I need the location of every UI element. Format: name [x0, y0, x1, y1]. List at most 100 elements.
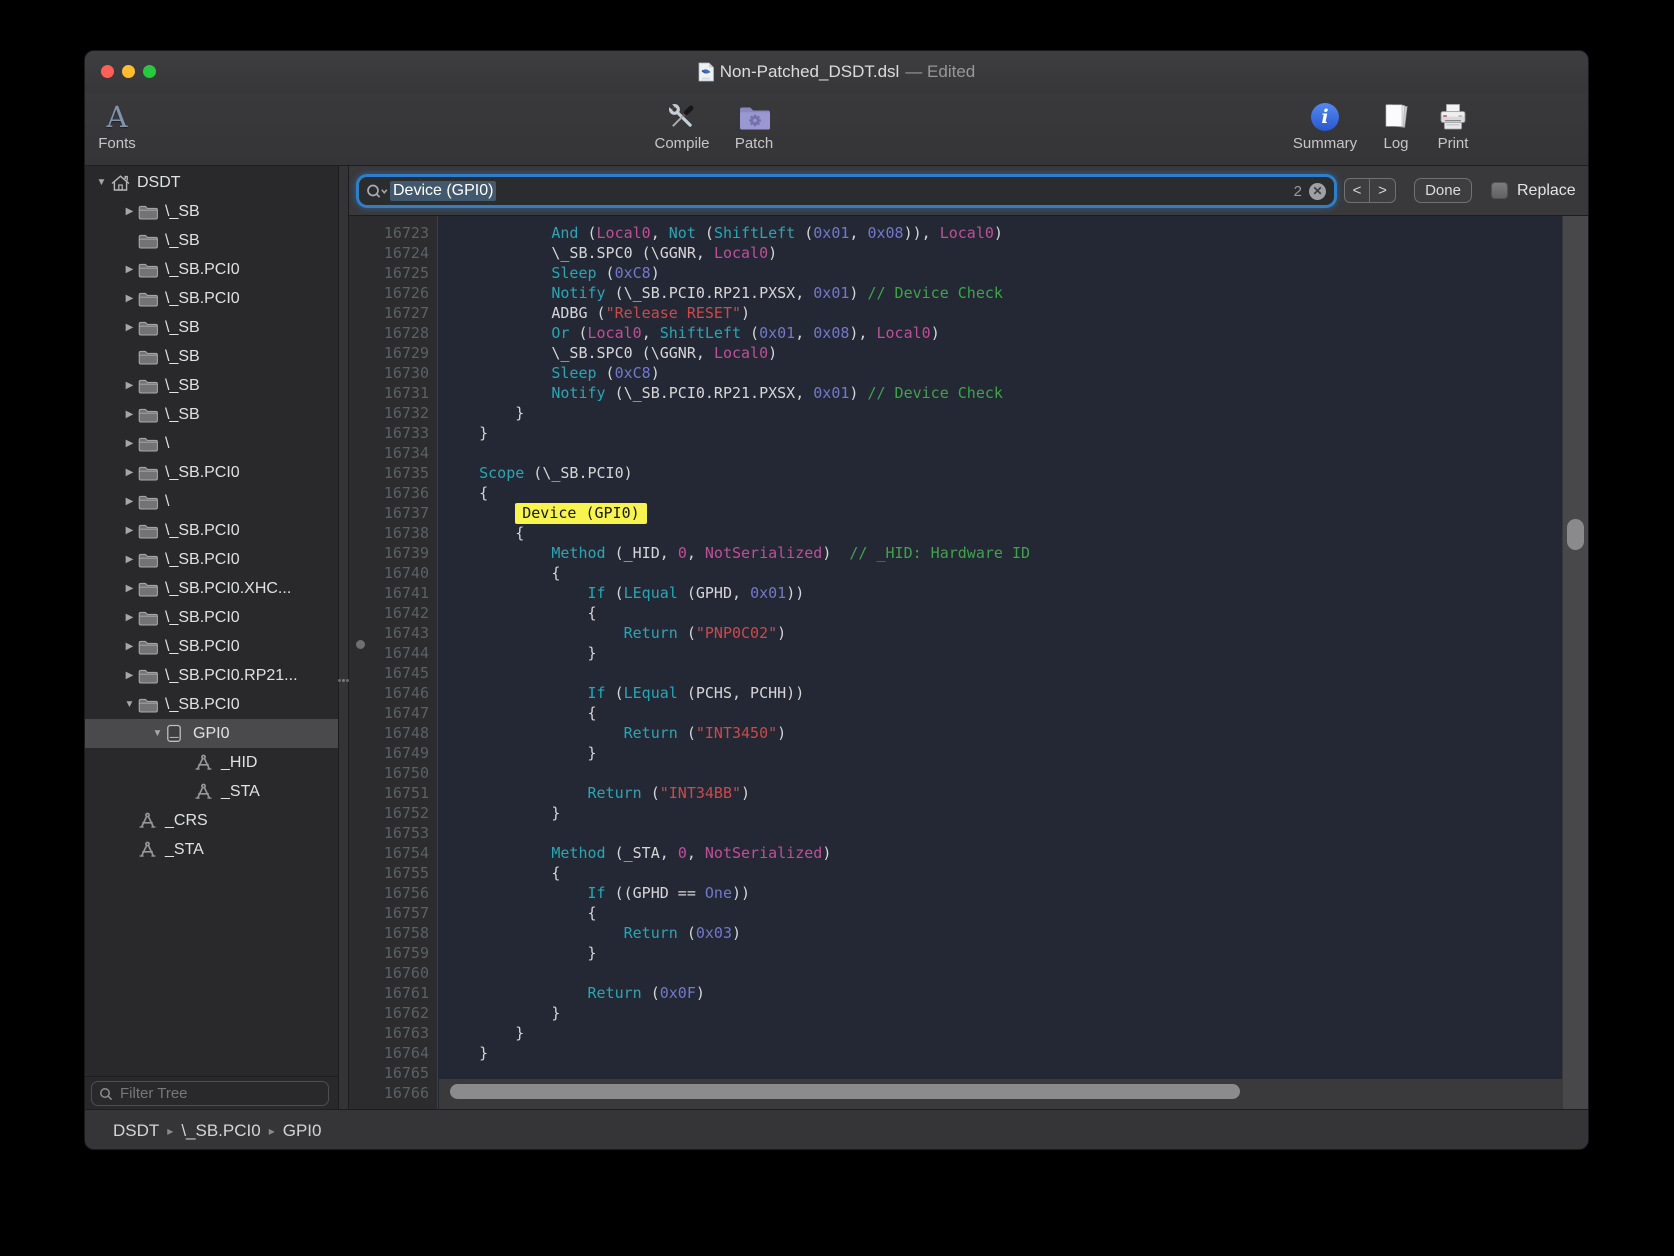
line-number: 16753 [384, 823, 429, 843]
code-token: Local0 [588, 324, 642, 342]
disclosure-triangle[interactable]: ▶ [121, 641, 138, 652]
tree-item-crs[interactable]: _CRS [85, 806, 338, 835]
tree-item-sb[interactable]: ▶\_SB [85, 371, 338, 400]
code-token: Local0 [940, 224, 994, 242]
code-line: { [443, 703, 597, 723]
horizontal-scrollbar-thumb[interactable] [450, 1084, 1240, 1099]
tree-item-sbpci0[interactable]: ▶\_SB.PCI0 [85, 545, 338, 574]
code-token: ) [768, 244, 777, 262]
disclosure-triangle[interactable]: ▶ [121, 409, 138, 420]
tree-item-sb[interactable]: ▶\_SB [85, 313, 338, 342]
tree-item-sbpci0[interactable]: ▶\_SB.PCI0 [85, 284, 338, 313]
folder-icon [138, 697, 161, 713]
tree-item-sbpci0[interactable]: ▼ \_SB.PCI0 [85, 690, 338, 719]
code-token: ( [569, 324, 587, 342]
document-icon [698, 62, 714, 82]
disclosure-triangle[interactable]: ▶ [121, 467, 138, 478]
vertical-scrollbar[interactable] [1562, 216, 1588, 1109]
tree-item-sbpci0[interactable]: ▶\_SB.PCI0 [85, 458, 338, 487]
tree-item-label: \_SB.PCI0 [165, 609, 240, 627]
disclosure-triangle[interactable]: ▶ [121, 380, 138, 391]
tree-item-root[interactable]: ▶\ [85, 487, 338, 516]
disclosure-triangle[interactable]: ▶ [121, 612, 138, 623]
code-line: { [443, 603, 597, 623]
method-icon [194, 754, 217, 771]
code-token: )) [732, 884, 750, 902]
toolbar-compile-button[interactable]: Compile [646, 99, 718, 152]
code-token: (_STA, [606, 844, 678, 862]
code-token: Method [551, 844, 605, 862]
tree-item-dsdt[interactable]: ▼DSDT [85, 168, 338, 197]
disclosure-triangle[interactable]: ▼ [121, 699, 138, 710]
disclosure-triangle[interactable]: ▶ [121, 438, 138, 449]
previous-match-button[interactable]: < [1344, 178, 1370, 203]
filter-tree-input[interactable] [118, 1084, 292, 1103]
tree-item-sta[interactable]: _STA [85, 777, 338, 806]
search-menu-icon[interactable] [365, 183, 390, 200]
disclosure-triangle[interactable]: ▶ [121, 264, 138, 275]
code-token: Return [624, 924, 678, 942]
tree-item-sb[interactable]: ▶\_SB [85, 400, 338, 429]
code-token: } [588, 744, 597, 762]
code-content[interactable]: And (Local0, Not (ShiftLeft (0x01, 0x08)… [439, 216, 1562, 1079]
search-input[interactable]: Device (GPI0) 2 ✕ [359, 177, 1334, 205]
vertical-scrollbar-thumb[interactable] [1567, 519, 1584, 550]
toolbar-print-label: Print [1438, 135, 1469, 152]
disclosure-triangle[interactable]: ▶ [121, 583, 138, 594]
tree-item-hid[interactable]: _HID [85, 748, 338, 777]
code-token: NotSerialized [705, 544, 822, 562]
tree-item-sbpci0[interactable]: ▶ \_SB.PCI0 [85, 603, 338, 632]
line-number-gutter: 1672316724167251672616727167281672916730… [349, 216, 438, 1109]
disclosure-triangle[interactable]: ▶ [121, 322, 138, 333]
code-editor[interactable]: 1672316724167251672616727167281672916730… [349, 216, 1588, 1109]
horizontal-scrollbar[interactable] [439, 1079, 1562, 1109]
tree-item-label: \ [165, 493, 169, 511]
breadcrumb-item[interactable]: \_SB.PCI0 [181, 1121, 260, 1141]
disclosure-triangle[interactable]: ▶ [121, 206, 138, 217]
tree-item-sb[interactable]: ▶\_SB [85, 197, 338, 226]
done-button[interactable]: Done [1414, 178, 1472, 203]
code-token: } [551, 1004, 560, 1022]
code-line: Return ("INT3450") [443, 723, 786, 743]
replace-checkbox[interactable] [1491, 182, 1508, 199]
tree-item-sbpci0[interactable]: ▶\_SB.PCI0 [85, 516, 338, 545]
tree-item-sbpci0rp21[interactable]: ▶\_SB.PCI0.RP21... [85, 661, 338, 690]
toolbar-print-button[interactable]: Print [1423, 99, 1483, 152]
tree-item-root[interactable]: ▶\ [85, 429, 338, 458]
disclosure-triangle[interactable]: ▶ [121, 554, 138, 565]
next-match-button[interactable]: > [1370, 178, 1396, 203]
folder-icon [138, 204, 161, 220]
breadcrumb-item[interactable]: GPI0 [283, 1121, 322, 1141]
toolbar-summary-button[interactable]: iSummary [1289, 99, 1361, 152]
code-line: } [443, 643, 597, 663]
disclosure-triangle[interactable]: ▶ [121, 496, 138, 507]
tree-item-sbpci0xhc[interactable]: ▶\_SB.PCI0.XHC... [85, 574, 338, 603]
tree-item-sbpci0[interactable]: ▶\_SB.PCI0 [85, 632, 338, 661]
pane-divider[interactable] [338, 166, 349, 1109]
tree-item-sb[interactable]: \_SB [85, 226, 338, 255]
tree-item-gpi0[interactable]: ▼GPI0 [85, 719, 338, 748]
disclosure-triangle[interactable]: ▼ [93, 177, 110, 188]
toolbar-fonts-button[interactable]: AFonts [85, 99, 149, 152]
breadcrumb-item[interactable]: DSDT [113, 1121, 159, 1141]
disclosure-triangle[interactable]: ▶ [121, 293, 138, 304]
code-token: , [687, 844, 705, 862]
toolbar-patch-button[interactable]: Patch [718, 99, 790, 152]
disclosure-triangle[interactable]: ▶ [121, 670, 138, 681]
tree-item-sbpci0[interactable]: ▶\_SB.PCI0 [85, 255, 338, 284]
line-number: 16733 [384, 423, 429, 443]
tree-item-sb[interactable]: \_SB [85, 342, 338, 371]
code-token: } [588, 944, 597, 962]
clear-search-button[interactable]: ✕ [1309, 183, 1326, 200]
code-token: } [588, 644, 597, 662]
line-number: 16766 [384, 1083, 429, 1103]
disclosure-triangle[interactable]: ▼ [149, 728, 166, 739]
toolbar-log-button[interactable]: Log [1366, 99, 1426, 152]
code-token: ), [849, 324, 876, 342]
disclosure-triangle[interactable]: ▶ [121, 525, 138, 536]
tree-item-label: \_SB.PCI0 [165, 696, 240, 714]
line-number: 16745 [384, 663, 429, 683]
tree-item-sta[interactable]: _STA [85, 835, 338, 864]
line-number: 16726 [384, 283, 429, 303]
filter-tree-field[interactable] [91, 1081, 329, 1106]
